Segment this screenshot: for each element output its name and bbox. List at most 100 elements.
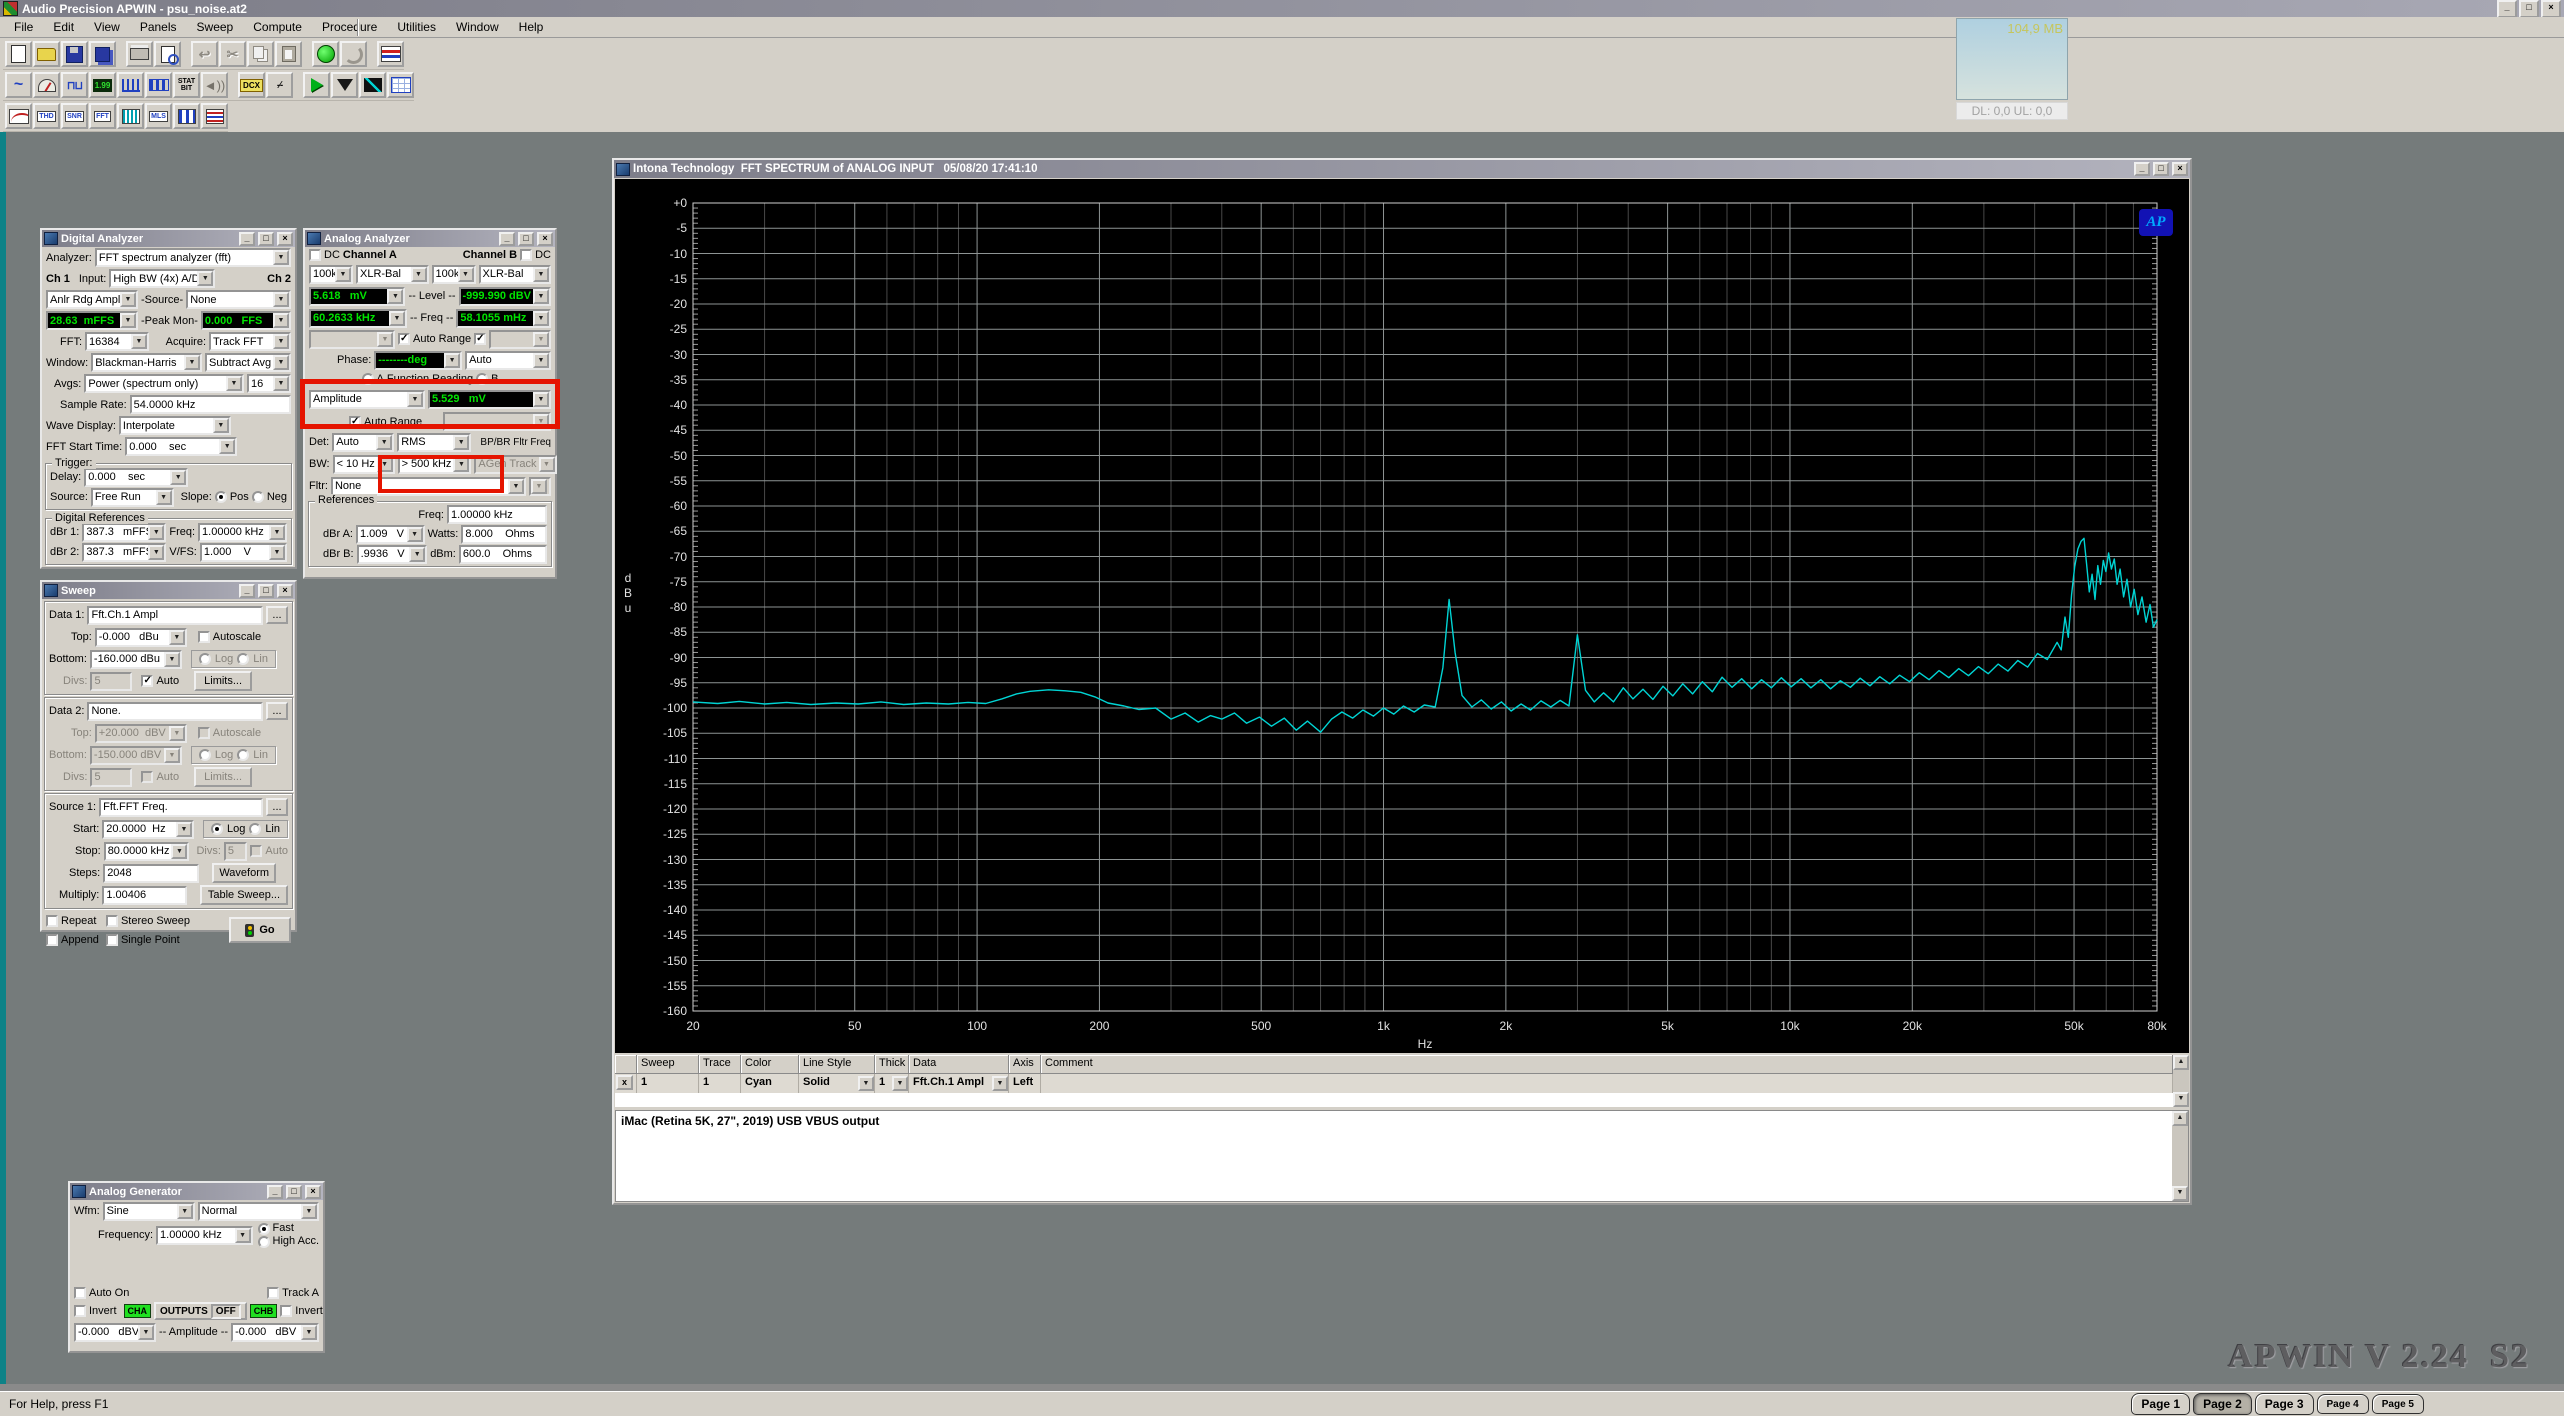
input-b-select[interactable]: XLR-Bal: [479, 265, 552, 284]
delete-trace-button[interactable]: x: [616, 1075, 633, 1090]
auto-range-b-checkbox[interactable]: [474, 333, 486, 345]
high-acc-radio[interactable]: [258, 1236, 270, 1248]
menu-window[interactable]: Window: [446, 20, 509, 34]
auto-divs1-checkbox[interactable]: [141, 675, 153, 687]
analog-analyzer-button[interactable]: [33, 72, 60, 98]
divs2-field[interactable]: 5: [90, 768, 132, 787]
switcher-button[interactable]: -∕-: [266, 72, 293, 98]
trigger-source-select[interactable]: Free Run: [91, 488, 174, 507]
acquire-select[interactable]: Track FFT: [209, 332, 291, 351]
range-lock-a-select[interactable]: [309, 330, 395, 349]
menu-sweep[interactable]: Sweep: [187, 20, 244, 34]
data-editor-button[interactable]: [387, 72, 414, 98]
filter-aux-select[interactable]: [529, 477, 551, 496]
auto-divs3-checkbox[interactable]: [250, 845, 262, 857]
comment-text[interactable]: iMac (Retina 5K, 27", 2019) USB VBUS out…: [616, 1111, 2172, 1201]
steps-field[interactable]: 2048: [103, 864, 199, 883]
sweep-go-button[interactable]: [303, 72, 330, 98]
range-b-select[interactable]: 100k: [432, 265, 476, 284]
chevron-down-icon[interactable]: [858, 1076, 874, 1091]
top1-field[interactable]: -0.000 dBu: [95, 628, 187, 647]
thd-test-button[interactable]: THD: [33, 103, 60, 129]
minimize-icon[interactable]: _: [499, 232, 515, 246]
invert-b-checkbox[interactable]: [280, 1305, 292, 1317]
auto-range-a-checkbox[interactable]: [398, 333, 410, 345]
start-field[interactable]: 20.0000 Hz: [102, 820, 194, 839]
scroll-down-icon[interactable]: ▼: [2173, 1092, 2189, 1107]
procedure-list-button[interactable]: [201, 103, 228, 129]
fast-radio[interactable]: [258, 1223, 270, 1235]
menu-edit[interactable]: Edit: [43, 20, 84, 34]
spectrum-test-button[interactable]: [117, 103, 144, 129]
scroll-down-icon[interactable]: ▼: [2172, 1186, 2188, 1201]
invert-a-checkbox[interactable]: [74, 1305, 86, 1317]
lin3-radio[interactable]: [249, 823, 261, 835]
table-cell[interactable]: Fft.Ch.1 Ampl: [909, 1074, 1009, 1093]
dbr1-field[interactable]: 387.3 mFFS: [82, 523, 166, 542]
close-icon[interactable]: ×: [277, 232, 293, 246]
chevron-down-icon[interactable]: [273, 313, 289, 328]
log2-radio[interactable]: [199, 749, 211, 761]
maximize-icon[interactable]: □: [286, 1185, 302, 1199]
avgs-count-select[interactable]: 16: [247, 374, 291, 393]
bottom2-field[interactable]: -150.000 dBV: [90, 746, 182, 765]
fft-test-button[interactable]: FFT: [89, 103, 116, 129]
ch1-function-select[interactable]: Anlr Rdg Ampl: [46, 290, 138, 309]
close-icon[interactable]: ×: [305, 1185, 321, 1199]
scroll-up-icon[interactable]: ▲: [2173, 1055, 2189, 1070]
dc-b-checkbox[interactable]: [520, 249, 532, 261]
dbr-a-field[interactable]: 1.009 V: [356, 525, 425, 544]
data1-browse-button[interactable]: ...: [266, 606, 288, 624]
bar-chart-button[interactable]: [377, 41, 404, 67]
limits1-button[interactable]: Limits...: [194, 671, 252, 691]
stereo-sweep-checkbox[interactable]: [106, 915, 118, 927]
table-cell[interactable]: 1: [875, 1074, 909, 1093]
digital-generator-button[interactable]: ⊓⊔: [61, 72, 88, 98]
scroll-up-icon[interactable]: ▲: [2172, 1111, 2188, 1126]
paste-button[interactable]: [275, 41, 302, 67]
table-scrollbar[interactable]: ▲ ▼: [2173, 1055, 2189, 1107]
minimize-icon[interactable]: _: [267, 1185, 283, 1199]
maximize-icon[interactable]: □: [258, 584, 274, 598]
append-checkbox[interactable]: [46, 934, 58, 946]
vfs-field[interactable]: 1.000 V: [200, 543, 287, 562]
stop-field[interactable]: 80.0000 kHz: [104, 842, 190, 861]
open-file-button[interactable]: [33, 41, 60, 67]
divs1-field[interactable]: 5: [90, 672, 132, 691]
mls-test-button[interactable]: MLS: [145, 103, 172, 129]
save-all-button[interactable]: [89, 41, 116, 67]
status-bits-button[interactable]: STAT BIT: [173, 72, 200, 98]
sample-rate-field[interactable]: 54.0000 kHz: [130, 395, 291, 414]
chevron-down-icon[interactable]: [444, 353, 460, 368]
menu-procedure[interactable]: Procedure: [312, 20, 387, 34]
save-button[interactable]: [61, 41, 88, 67]
maximize-icon[interactable]: □: [2153, 162, 2169, 176]
bw-low-select[interactable]: < 10 Hz: [333, 455, 395, 474]
dbr-b-field[interactable]: .9936 V: [357, 545, 428, 564]
bw-high-select[interactable]: > 500 kHz: [398, 455, 472, 474]
ref-freq-field[interactable]: 1.00000 kHz: [447, 505, 547, 524]
chevron-down-icon[interactable]: [533, 289, 549, 304]
waveform-button[interactable]: Waveform: [212, 863, 276, 883]
menu-file[interactable]: File: [4, 20, 43, 34]
amplitude-a-field[interactable]: -0.000 dBV: [74, 1323, 156, 1342]
multiply-field[interactable]: 1.00406: [102, 886, 187, 905]
menu-utilities[interactable]: Utilities: [387, 20, 446, 34]
chevron-down-icon[interactable]: [892, 1076, 908, 1091]
dbm-field[interactable]: 600.0 Ohms: [459, 545, 547, 564]
monitor-on-button[interactable]: [312, 41, 339, 67]
go-button[interactable]: Go: [229, 917, 291, 943]
cut-button[interactable]: ✂: [219, 41, 246, 67]
chevron-down-icon[interactable]: [389, 311, 405, 326]
undo-button[interactable]: ↩: [191, 41, 218, 67]
dc-a-checkbox[interactable]: [309, 249, 321, 261]
maximize-icon[interactable]: □: [2519, 0, 2539, 18]
fft-start-field[interactable]: 0.000 sec: [125, 437, 237, 456]
page-tab-page-2[interactable]: Page 2: [2193, 1393, 2252, 1415]
single-point-checkbox[interactable]: [106, 934, 118, 946]
avgs-mode-select[interactable]: Power (spectrum only): [84, 374, 244, 393]
generator-freq-field[interactable]: 1.00000 kHz: [156, 1226, 253, 1245]
bitstream-test-button[interactable]: [173, 103, 200, 129]
data2-browse-button[interactable]: ...: [266, 702, 288, 720]
divs3-field[interactable]: 5: [224, 842, 247, 861]
